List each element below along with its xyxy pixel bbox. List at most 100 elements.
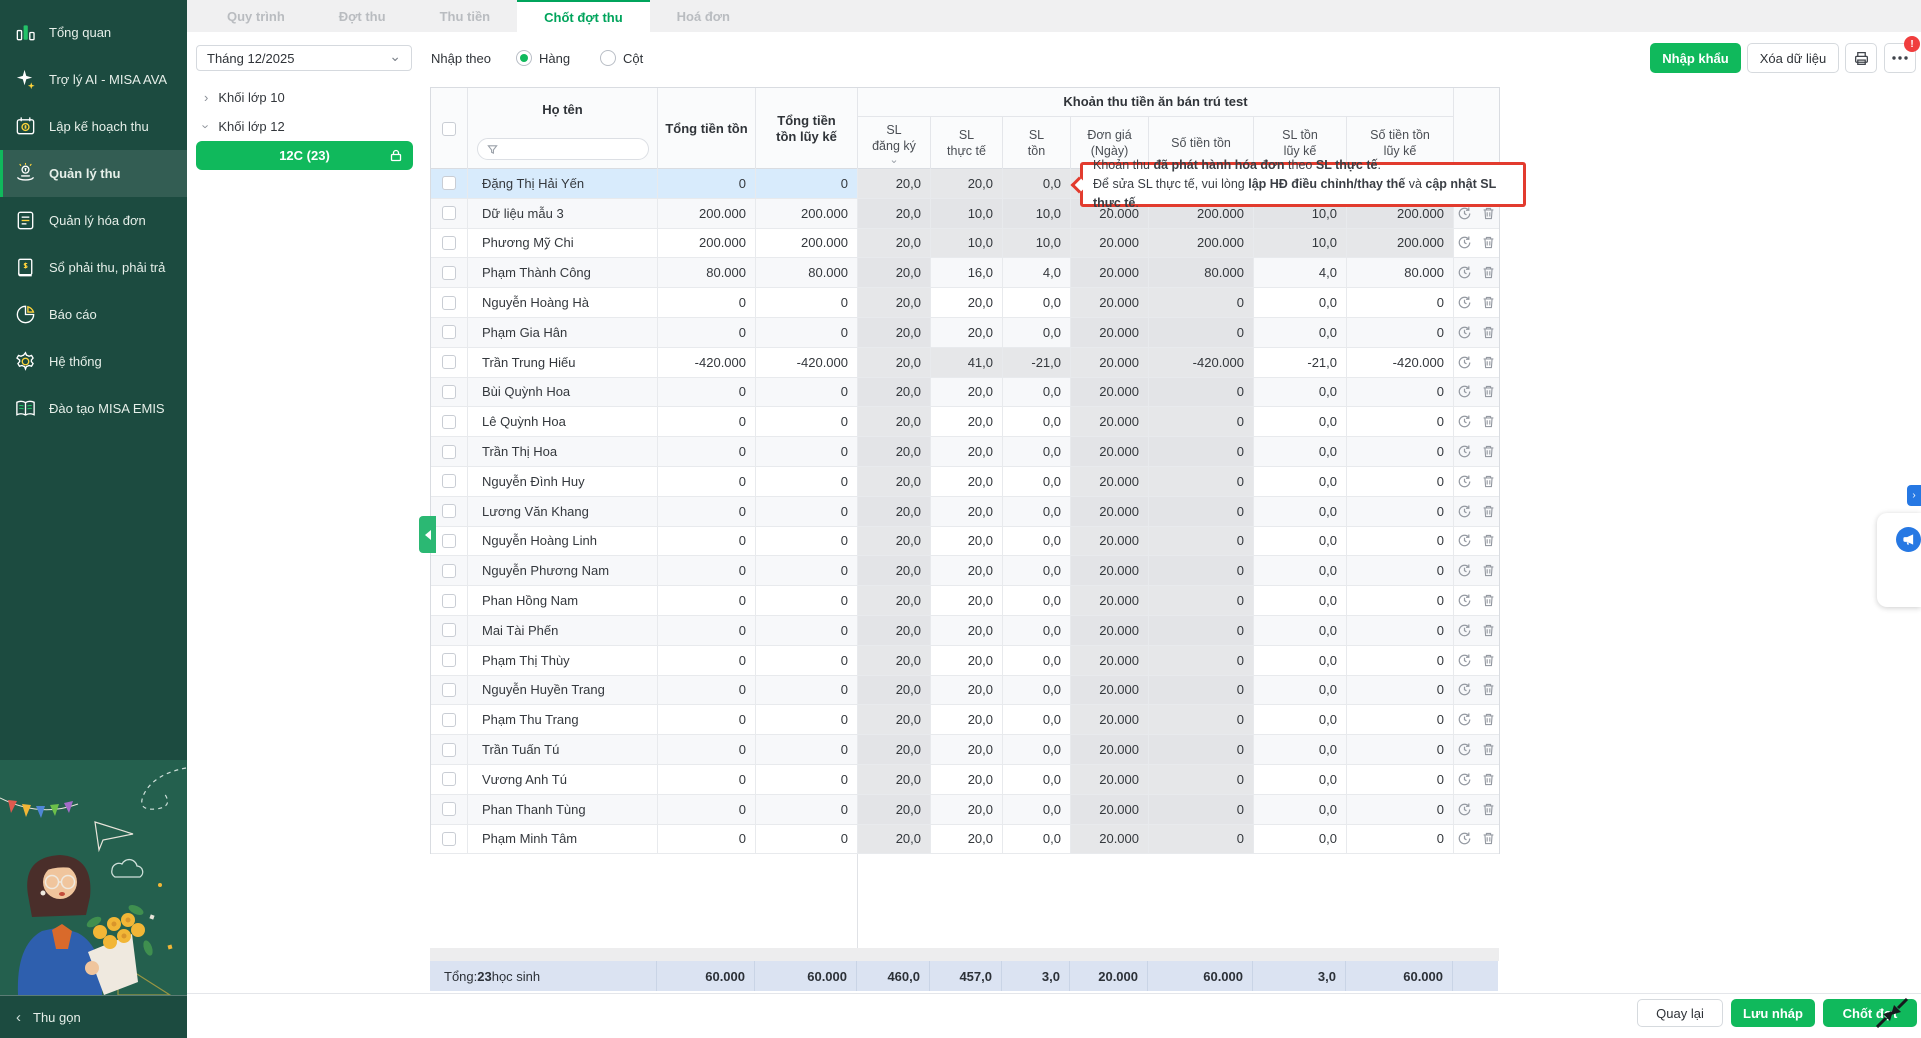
sl-dang-ky-cell[interactable]: 20,0 [858, 199, 931, 228]
sl-dang-ky-cell[interactable]: 20,0 [858, 288, 931, 317]
table-row[interactable]: Phạm Minh Tâm 0 0 20,0 20,0 0,0 20.000 0… [431, 825, 1499, 855]
tree-group-khoi-lop-10[interactable]: › Khối lớp 10 [204, 90, 285, 105]
history-icon[interactable] [1457, 802, 1472, 817]
trash-icon[interactable] [1481, 682, 1496, 697]
row-checkbox[interactable] [442, 266, 456, 280]
trash-icon[interactable] [1481, 623, 1496, 638]
sl-dang-ky-cell[interactable]: 20,0 [858, 676, 931, 705]
history-icon[interactable] [1457, 772, 1472, 787]
tab-1[interactable]: Đợt thu [312, 0, 413, 32]
history-icon[interactable] [1457, 265, 1472, 280]
history-icon[interactable] [1457, 444, 1472, 459]
history-icon[interactable] [1457, 533, 1472, 548]
collapse-sidebar-button[interactable]: ‹ Thu gọn [0, 995, 187, 1038]
sidebar-item-8[interactable]: Đào tạo MISA EMIS [0, 385, 187, 432]
collapse-panel-handle[interactable] [419, 516, 436, 553]
history-icon[interactable] [1457, 295, 1472, 310]
trash-icon[interactable] [1481, 504, 1496, 519]
sl-dang-ky-cell[interactable]: 20,0 [858, 705, 931, 734]
sidebar-item-7[interactable]: Hệ thống [0, 338, 187, 385]
sl-thuc-te-cell[interactable]: 20,0 [931, 556, 1003, 585]
name-filter-field[interactable] [504, 142, 624, 156]
history-icon[interactable] [1457, 653, 1472, 668]
row-checkbox[interactable] [442, 772, 456, 786]
expand-widget-tab[interactable]: › [1907, 485, 1921, 506]
trash-icon[interactable] [1481, 265, 1496, 280]
tab-0[interactable]: Quy trình [200, 0, 312, 32]
row-checkbox[interactable] [442, 713, 456, 727]
sl-thuc-te-cell[interactable]: 20,0 [931, 735, 1003, 764]
history-icon[interactable] [1457, 623, 1472, 638]
announcement-widget[interactable] [1877, 513, 1921, 607]
sl-thuc-te-cell[interactable]: 20,0 [931, 288, 1003, 317]
history-icon[interactable] [1457, 474, 1472, 489]
table-row[interactable]: Nguyễn Hoàng Hà 0 0 20,0 20,0 0,0 20.000… [431, 288, 1499, 318]
month-select[interactable]: Tháng 12/2025 ⌄ [196, 45, 412, 71]
sl-dang-ky-cell[interactable]: 20,0 [858, 467, 931, 496]
row-checkbox[interactable] [442, 683, 456, 697]
sl-thuc-te-cell[interactable]: 20,0 [931, 705, 1003, 734]
sl-dang-ky-cell[interactable]: 20,0 [858, 407, 931, 436]
trash-icon[interactable] [1481, 295, 1496, 310]
sl-thuc-te-cell[interactable]: 20,0 [931, 676, 1003, 705]
sl-dang-ky-cell[interactable]: 20,0 [858, 169, 931, 198]
trash-icon[interactable] [1481, 414, 1496, 429]
sidebar-item-3[interactable]: Quản lý thu [0, 150, 187, 197]
sl-thuc-te-cell[interactable]: 20,0 [931, 527, 1003, 556]
table-row[interactable]: Lương Văn Khang 0 0 20,0 20,0 0,0 20.000… [431, 497, 1499, 527]
table-row[interactable]: Trần Tuấn Tú 0 0 20,0 20,0 0,0 20.000 0 … [431, 735, 1499, 765]
sl-dang-ky-cell[interactable]: 20,0 [858, 318, 931, 347]
trash-icon[interactable] [1481, 355, 1496, 370]
select-all-checkbox[interactable] [442, 122, 456, 136]
table-row[interactable]: Phạm Gia Hân 0 0 20,0 20,0 0,0 20.000 0 … [431, 318, 1499, 348]
table-row[interactable]: Phương Mỹ Chi 200.000 200.000 20,0 10,0 … [431, 229, 1499, 259]
sl-dang-ky-cell[interactable]: 20,0 [858, 825, 931, 854]
row-checkbox[interactable] [442, 623, 456, 637]
print-button[interactable] [1845, 43, 1877, 73]
table-row[interactable]: Nguyễn Phương Nam 0 0 20,0 20,0 0,0 20.0… [431, 556, 1499, 586]
table-row[interactable]: Vương Anh Tú 0 0 20,0 20,0 0,0 20.000 0 … [431, 765, 1499, 795]
trash-icon[interactable] [1481, 444, 1496, 459]
table-row[interactable]: Bùi Quỳnh Hoa 0 0 20,0 20,0 0,0 20.000 0… [431, 378, 1499, 408]
trash-icon[interactable] [1481, 802, 1496, 817]
table-row[interactable]: Nguyễn Đình Huy 0 0 20,0 20,0 0,0 20.000… [431, 467, 1499, 497]
sl-dang-ky-cell[interactable]: 20,0 [858, 378, 931, 407]
table-row[interactable]: Nguyễn Huyền Trang 0 0 20,0 20,0 0,0 20.… [431, 676, 1499, 706]
row-checkbox[interactable] [442, 564, 456, 578]
sl-dang-ky-cell[interactable]: 20,0 [858, 527, 931, 556]
sidebar-item-4[interactable]: Quản lý hóa đơn [0, 197, 187, 244]
sl-thuc-te-cell[interactable]: 16,0 [931, 258, 1003, 287]
trash-icon[interactable] [1481, 325, 1496, 340]
row-checkbox[interactable] [442, 743, 456, 757]
row-checkbox[interactable] [442, 355, 456, 369]
save-draft-button[interactable]: Lưu nháp [1731, 999, 1815, 1027]
history-icon[interactable] [1457, 325, 1472, 340]
scrollbar-track[interactable] [430, 948, 1499, 961]
sl-thuc-te-cell[interactable]: 10,0 [931, 229, 1003, 258]
row-checkbox[interactable] [442, 385, 456, 399]
row-checkbox[interactable] [442, 474, 456, 488]
sl-dang-ky-cell[interactable]: 20,0 [858, 795, 931, 824]
sl-thuc-te-cell[interactable]: 20,0 [931, 586, 1003, 615]
table-row[interactable]: Mai Tài Phến 0 0 20,0 20,0 0,0 20.000 0 … [431, 616, 1499, 646]
history-icon[interactable] [1457, 682, 1472, 697]
tab-4[interactable]: Hoá đơn [650, 0, 757, 32]
history-icon[interactable] [1457, 355, 1472, 370]
sl-thuc-te-cell[interactable]: 20,0 [931, 169, 1003, 198]
sl-thuc-te-cell[interactable]: 20,0 [931, 646, 1003, 675]
history-icon[interactable] [1457, 831, 1472, 846]
clear-data-button[interactable]: Xóa dữ liệu [1747, 43, 1839, 73]
table-row[interactable]: Phạm Thu Trang 0 0 20,0 20,0 0,0 20.000 … [431, 705, 1499, 735]
row-checkbox[interactable] [442, 445, 456, 459]
row-checkbox[interactable] [442, 832, 456, 846]
name-filter-input[interactable] [477, 138, 649, 160]
sl-thuc-te-cell[interactable]: 41,0 [931, 348, 1003, 377]
history-icon[interactable] [1457, 563, 1472, 578]
trash-icon[interactable] [1481, 653, 1496, 668]
table-row[interactable]: Phạm Thị Thùy 0 0 20,0 20,0 0,0 20.000 0… [431, 646, 1499, 676]
table-row[interactable]: Phạm Thành Công 80.000 80.000 20,0 16,0 … [431, 258, 1499, 288]
history-icon[interactable] [1457, 712, 1472, 727]
class-item-12c[interactable]: 12C (23) [196, 141, 413, 170]
row-checkbox[interactable] [442, 802, 456, 816]
table-row[interactable]: Phan Hồng Nam 0 0 20,0 20,0 0,0 20.000 0… [431, 586, 1499, 616]
